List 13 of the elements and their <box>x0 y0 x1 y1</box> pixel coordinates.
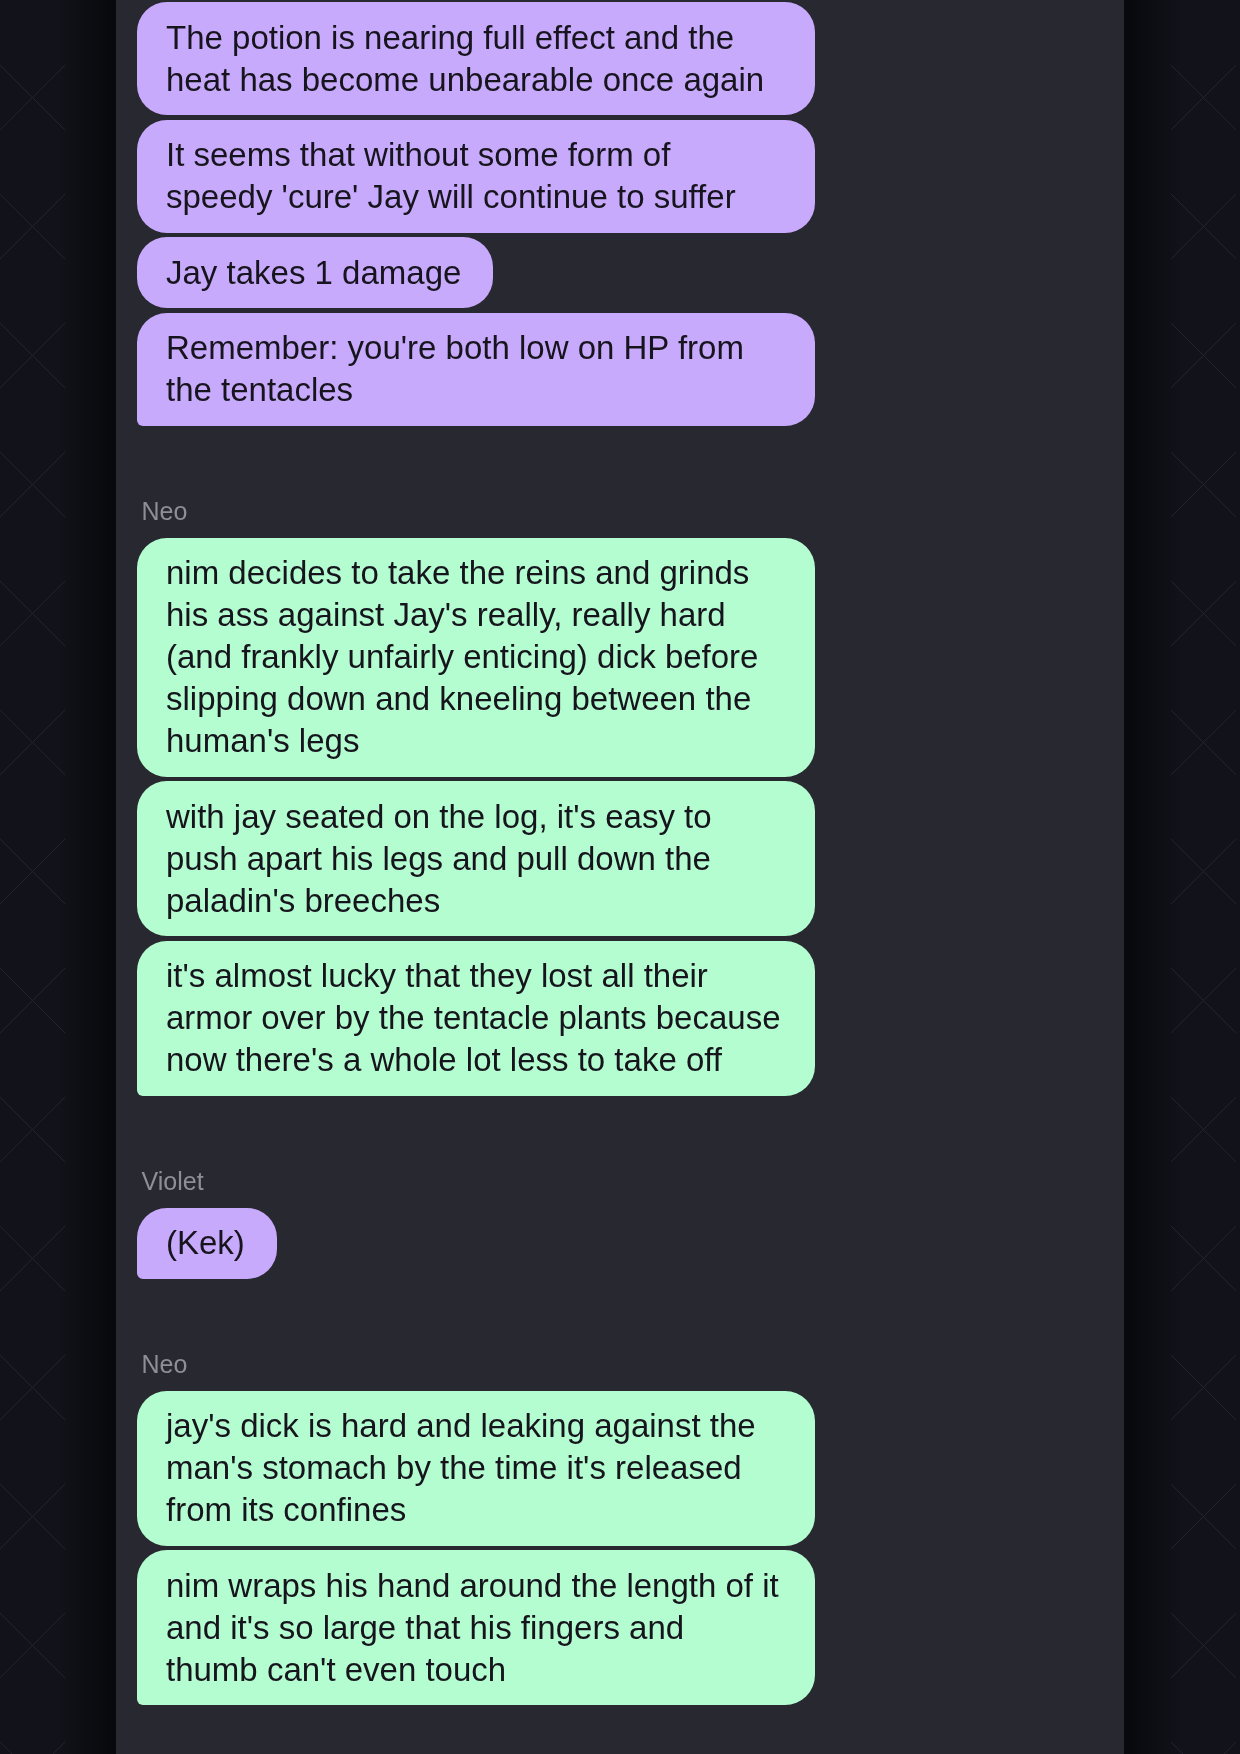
sender-name: Neo <box>141 1348 188 1379</box>
message-bubble: (Kek) <box>136 1207 277 1279</box>
message-bubble: nim decides to take the reins and grinds his ass against Jay's really, really hard (and frankly unfairly enticing) dick before slipping down and kneeling between the human's legs <box>136 537 815 777</box>
message-bubble: nim wraps his hand around the length of it and it's so large that his fingers and thumb can't even touch <box>136 1550 815 1705</box>
message-bubble: The potion is nearing full effect and the heat has become unbearable once again <box>136 2 815 115</box>
sender-name: Violet <box>141 1165 204 1196</box>
message-bubble: Jay takes 1 damage <box>136 237 494 308</box>
message-bubble: with jay seated on the log, it's easy to push apart his legs and pull down the paladin's breeches <box>136 781 815 936</box>
message-bubble: it's almost lucky that they lost all their armor over by the tentacle plants because now there's a whole lot less to take off <box>136 940 815 1096</box>
message-bubble: Remember: you're both low on HP from the tentacles <box>136 312 815 426</box>
message-bubble: It seems that without some form of speedy 'cure' Jay will continue to suffer <box>136 119 815 233</box>
message-bubble: jay's dick is hard and leaking against the man's stomach by the time it's released from its confines <box>136 1390 815 1546</box>
sender-name: Neo <box>141 495 188 526</box>
